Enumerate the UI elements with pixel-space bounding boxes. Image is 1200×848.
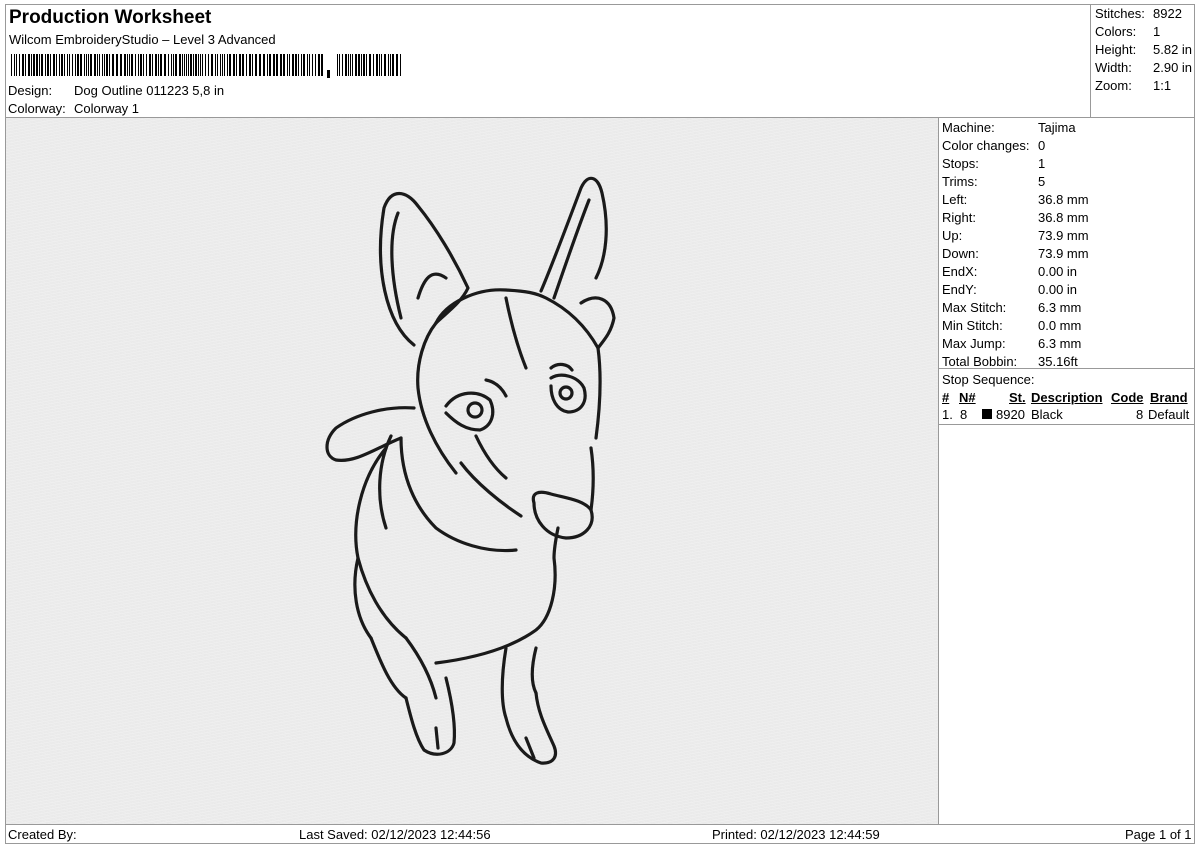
property-value: 1 bbox=[1038, 156, 1046, 171]
stop-sequence-row: 1. 8 8920 Black 8 Default bbox=[942, 407, 1192, 423]
property-value: 0.00 in bbox=[1038, 264, 1078, 279]
barcode-icon bbox=[11, 54, 401, 78]
property-row: Up: 73.9 mm bbox=[942, 228, 1089, 243]
property-row: Max Jump: 6.3 mm bbox=[942, 336, 1081, 351]
row-code: 8 bbox=[1136, 407, 1144, 422]
divider bbox=[939, 424, 1195, 425]
worksheet-footer: Created By: Last Saved: 02/12/2023 12:44… bbox=[5, 824, 1195, 845]
summary-zoom: Zoom: 1:1 bbox=[1095, 78, 1172, 93]
stop-sequence-title: Stop Sequence: bbox=[942, 372, 1035, 387]
created-by: Created By: bbox=[8, 827, 77, 842]
col-brand: Brand bbox=[1150, 390, 1188, 405]
page-number: Page 1 of 1 bbox=[1125, 827, 1192, 842]
property-label: Stops: bbox=[942, 156, 979, 171]
property-row: EndY: 0.00 in bbox=[942, 282, 1077, 297]
row-description: Black bbox=[1031, 407, 1063, 422]
property-label: Max Stitch: bbox=[942, 300, 1007, 315]
summary-width: Width: 2.90 in bbox=[1095, 60, 1193, 75]
property-label: Up: bbox=[942, 228, 963, 243]
property-row: EndX: 0.00 in bbox=[942, 264, 1077, 279]
last-saved: Last Saved: 02/12/2023 12:44:56 bbox=[299, 827, 491, 842]
summary-stitches: Stitches: 8922 bbox=[1095, 6, 1182, 21]
property-value: 0 bbox=[1038, 138, 1046, 153]
property-row: Total Bobbin: 35.16ft bbox=[942, 354, 1078, 369]
property-value: 73.9 mm bbox=[1038, 228, 1089, 243]
property-row: Max Stitch: 6.3 mm bbox=[942, 300, 1081, 315]
properties-panel: Machine: Tajima Color changes: 0 Stops: 1 Trim… bbox=[939, 118, 1195, 824]
property-label: Left: bbox=[942, 192, 968, 207]
property-label: EndX: bbox=[942, 264, 978, 279]
dog-outline-embroidery-icon bbox=[325, 176, 616, 765]
page-title: Production Worksheet bbox=[9, 7, 212, 28]
property-row: Down: 73.9 mm bbox=[942, 246, 1089, 261]
property-value: 73.9 mm bbox=[1038, 246, 1089, 261]
property-row: Left: 36.8 mm bbox=[942, 192, 1089, 207]
property-row: Right: 36.8 mm bbox=[942, 210, 1089, 225]
property-value: 36.8 mm bbox=[1038, 210, 1089, 225]
property-row: Trims: 5 bbox=[942, 174, 1045, 189]
col-stitches: St. bbox=[1009, 390, 1026, 405]
property-label: Min Stitch: bbox=[942, 318, 1003, 333]
property-value: 6.3 mm bbox=[1038, 336, 1082, 351]
summary-colors: Colors: 1 bbox=[1095, 24, 1161, 39]
stop-sequence-header: # N# St. Description Code Brand bbox=[942, 390, 1192, 406]
divider bbox=[939, 368, 1195, 369]
property-label: Right: bbox=[942, 210, 976, 225]
property-label: EndY: bbox=[942, 282, 977, 297]
row-stitches: 8920 bbox=[996, 407, 1025, 422]
printed-date: Printed: 02/12/2023 12:44:59 bbox=[712, 827, 880, 842]
worksheet-header: Production Worksheet Wilcom EmbroiderySt… bbox=[5, 4, 1091, 118]
property-label: Down: bbox=[942, 246, 979, 261]
color-swatch-icon bbox=[982, 409, 992, 419]
row-brand: Default bbox=[1148, 407, 1190, 422]
design-label: Design: bbox=[8, 83, 53, 98]
row-needle: 8 bbox=[960, 407, 968, 422]
property-row: Stops: 1 bbox=[942, 156, 1045, 171]
property-row: Color changes: 0 bbox=[942, 138, 1045, 153]
property-row: Machine: Tajima bbox=[942, 120, 1076, 135]
colorway-label: Colorway: bbox=[8, 101, 66, 116]
summary-panel: Stitches: 8922 Colors: 1 Height: 5.82 in Wi… bbox=[1091, 4, 1195, 118]
colorway-value: Colorway 1 bbox=[74, 101, 140, 116]
property-value: 36.8 mm bbox=[1038, 192, 1089, 207]
col-description: Description bbox=[1031, 390, 1103, 405]
property-value: 6.3 mm bbox=[1038, 300, 1082, 315]
design-preview bbox=[6, 118, 939, 824]
col-num: # bbox=[942, 390, 950, 405]
property-value: 0.00 in bbox=[1038, 282, 1078, 297]
design-row: Design: Dog Outline 011223 5,8 in bbox=[8, 83, 224, 98]
property-row: Min Stitch: 0.0 mm bbox=[942, 318, 1081, 333]
property-label: Total Bobbin: bbox=[942, 354, 1018, 369]
property-value: Tajima bbox=[1038, 120, 1076, 135]
software-subtitle: Wilcom EmbroideryStudio – Level 3 Advanc… bbox=[9, 32, 276, 47]
property-value: 0.0 mm bbox=[1038, 318, 1082, 333]
row-num: 1. bbox=[942, 407, 953, 422]
summary-height: Height: 5.82 in bbox=[1095, 42, 1193, 57]
col-code: Code bbox=[1111, 390, 1144, 405]
property-label: Color changes: bbox=[942, 138, 1030, 153]
col-needle: N# bbox=[959, 390, 976, 405]
property-value: 5 bbox=[1038, 174, 1046, 189]
design-value: Dog Outline 011223 5,8 in bbox=[74, 83, 225, 98]
colorway-row: Colorway: Colorway 1 bbox=[8, 101, 139, 116]
property-label: Trims: bbox=[942, 174, 978, 189]
property-value: 35.16ft bbox=[1038, 354, 1078, 369]
property-label: Max Jump: bbox=[942, 336, 1006, 351]
property-label: Machine: bbox=[942, 120, 995, 135]
